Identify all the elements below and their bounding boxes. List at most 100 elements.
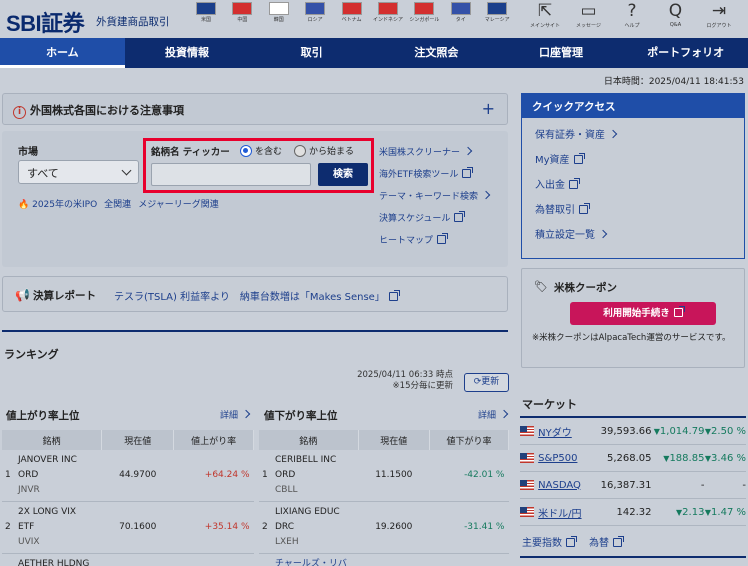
tool-link-4[interactable]: ヒートマップ (379, 233, 489, 255)
refresh-button[interactable]: ⟳更新 (464, 373, 509, 392)
market-select-value: すべて (27, 167, 59, 180)
stock-type: ORD (18, 470, 39, 480)
tag-links: 🔥 2025年の米IPO 全関連 メジャーリーグ関連 (18, 197, 219, 210)
table-row[interactable]: 2 LIXIANG EDUC DRC LXEH 19.2600 -31.41 % (259, 501, 509, 554)
ranking-table: 銘柄 現在値 値下がり率 1 CERIBELL INC ORD CBLL 11.1500 -42… (259, 430, 510, 566)
market-row[interactable]: S&P500 5,268.05 ▼188.85 ▼3.46 % (520, 445, 746, 472)
flag-0[interactable]: 米国 (189, 2, 223, 34)
sbi-logo[interactable]: SBI証券 (6, 6, 85, 38)
quick-item-2[interactable]: 入出金 (535, 176, 731, 201)
change-cell: -42.01 % (429, 450, 509, 502)
flag-4[interactable]: ベトナム (335, 2, 369, 34)
coupon-note: ※米株クーポンはAlpacaTech運営のサービスです。 (532, 333, 731, 343)
coupon-panel: 🏷 米株クーポン 利用開始手続き ※米株クーポンはAlpacaTech運営のサー… (521, 268, 745, 368)
market-pct: ▼3.46 % (704, 452, 746, 464)
table-row[interactable]: チャールズ・リバ (259, 553, 509, 566)
table-row[interactable]: 1 CERIBELL INC ORD CBLL 11.1500 -42.01 % (259, 450, 509, 502)
stock-name: JANOVER INC (18, 455, 77, 465)
flag-3[interactable]: ロシア (298, 2, 332, 34)
tool-link-0[interactable]: 米国株スクリーナー (379, 145, 489, 167)
stock-cell: 1 CERIBELL INC ORD CBLL (259, 450, 359, 502)
quick-item-4[interactable]: 積立設定一覧 (535, 226, 731, 251)
stock-name: 2X LONG VIX (18, 507, 77, 517)
tool-link-3[interactable]: 決算スケジュール (379, 211, 489, 233)
earnings-report-panel[interactable]: 📢 決算レポート テスラ(TSLA) 利益率より 納車台数増は「Makes Se… (2, 276, 508, 312)
stock-ticker: JNVR (18, 485, 40, 495)
market-link-1[interactable]: 為替 (589, 534, 624, 549)
market-link-0[interactable]: 主要指数 (522, 534, 577, 549)
gainers-title: 値上がり率上位 (6, 410, 80, 422)
coupon-title: 米株クーポン (554, 282, 617, 294)
market-name[interactable]: NYダウ (538, 424, 591, 439)
tool-qa[interactable]: Q Q&A (656, 0, 696, 28)
notice-panel[interactable]: i 外国株式各国における注意事項 + (2, 93, 508, 125)
nav-item-5[interactable]: ポートフォリオ (623, 38, 748, 68)
quick-item-1[interactable]: My資産 (535, 151, 731, 176)
tag-all[interactable]: 全関連 (104, 197, 131, 210)
column-header: 値下がり率 (429, 430, 510, 450)
flag-label: インドネシア (372, 17, 403, 23)
radio-unselected-icon[interactable] (294, 144, 306, 157)
flag-1[interactable]: 中国 (225, 2, 259, 34)
table-row[interactable]: AETHER HLDNG (2, 553, 254, 566)
flag-label: シンガポール (409, 17, 440, 23)
market-row[interactable]: NYダウ 39,593.66 ▼1,014.79 ▼2.50 % (520, 418, 746, 445)
search-button[interactable]: 検索 (318, 163, 368, 186)
radio-selected-icon[interactable] (240, 144, 252, 157)
change-cell: -31.41 % (429, 501, 509, 554)
table-row[interactable]: 2 2X LONG VIX ETF UVIX 70.1600 +35.14 % (2, 501, 254, 554)
stock-cell: AETHER HLDNG (2, 553, 102, 566)
tool-home-arrow[interactable]: ⇱ メインサイト (525, 0, 565, 29)
tag-ipo[interactable]: 🔥 2025年の米IPO (18, 197, 97, 210)
quick-item-0[interactable]: 保有証券・資産 (535, 126, 731, 151)
stock-cell: 2 2X LONG VIX ETF UVIX (2, 501, 102, 554)
divider (2, 330, 508, 332)
radio-contains[interactable]: を含む (240, 144, 282, 157)
losers-title: 値下がり率上位 (264, 410, 338, 422)
nav-item-0[interactable]: ホーム (0, 38, 125, 68)
losers-detail-link[interactable]: 詳細 (478, 408, 509, 421)
market-name[interactable]: 米ドル/円 (538, 505, 591, 520)
flag-icon (196, 2, 216, 15)
stock-name: CERIBELL INC (275, 455, 337, 465)
flag-8[interactable]: マレーシア (480, 2, 514, 34)
tool-help[interactable]: ? ヘルプ (612, 0, 652, 29)
table-row[interactable]: 1 JANOVER INC ORD JNVR 44.9700 +64.24 % (2, 450, 254, 502)
market-row[interactable]: NASDAQ 16,387.31 - - (520, 472, 746, 499)
radio-startswith[interactable]: から始まる (294, 144, 354, 157)
info-icon: i (13, 106, 26, 119)
market-name[interactable]: S&P500 (538, 453, 591, 464)
nav-item-3[interactable]: 注文照会 (374, 38, 499, 68)
ranking-title: ランキング (4, 348, 59, 361)
ticker-search-input[interactable] (151, 163, 311, 186)
flag-6[interactable]: シンガポール (407, 2, 441, 34)
flag-5[interactable]: インドネシア (371, 2, 405, 34)
report-link[interactable]: テスラ(TSLA) 利益率より 納車台数増は「Makes Sense」 (114, 288, 400, 303)
coupon-start-button[interactable]: 利用開始手続き (570, 302, 716, 325)
expand-plus-icon[interactable]: + (482, 99, 495, 118)
flag-7[interactable]: タイ (444, 2, 478, 34)
market-value: 16,387.31 (600, 479, 652, 491)
rank-number: 1 (5, 470, 11, 480)
flag-icon (414, 2, 435, 15)
nav-item-1[interactable]: 投資情報 (125, 38, 250, 68)
market-name[interactable]: NASDAQ (538, 480, 591, 491)
market-change: ▼188.85 (663, 452, 705, 464)
flag-label: 韓国 (273, 17, 284, 23)
nav-item-2[interactable]: 取引 (249, 38, 374, 68)
chevron-right-icon (499, 409, 509, 419)
market-row[interactable]: 米ドル/円 142.32 ▼2.13 ▼1.47 % (520, 499, 746, 526)
stock-ticker: UVIX (18, 537, 40, 547)
external-link-icon (569, 178, 580, 189)
gainers-detail-link[interactable]: 詳細 (220, 408, 251, 421)
tool-link-1[interactable]: 海外ETF検索ツール (379, 167, 489, 189)
market-select[interactable]: すべて (18, 160, 139, 184)
tool-message[interactable]: ▭ メッセージ (569, 0, 609, 29)
flag-2[interactable]: 韓国 (262, 2, 296, 34)
tool-link-2[interactable]: テーマ・キーワード検索 (379, 189, 491, 211)
tool-label: ヘルプ (624, 23, 640, 29)
tag-mlb[interactable]: メジャーリーグ関連 (138, 197, 219, 210)
tool-logout[interactable]: ⇥ ログアウト (699, 0, 739, 29)
nav-item-4[interactable]: 口座管理 (499, 38, 624, 68)
quick-item-3[interactable]: 為替取引 (535, 201, 731, 226)
